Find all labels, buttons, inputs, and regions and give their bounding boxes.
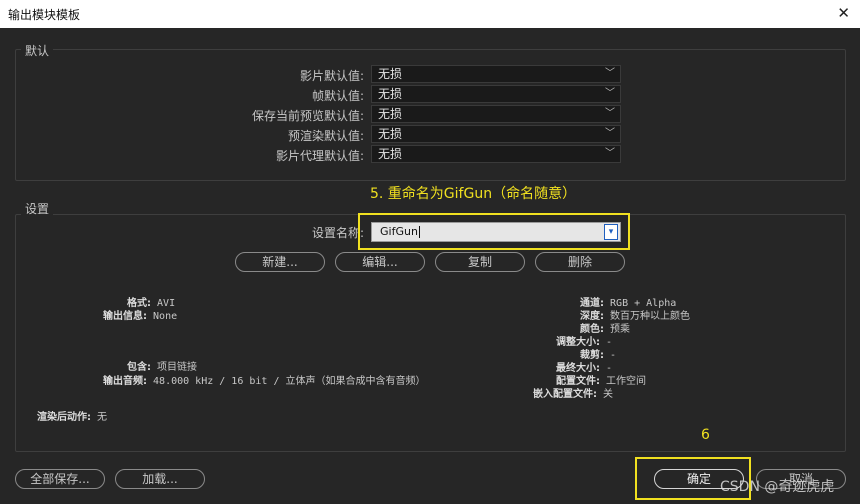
copy-button[interactable]: 复制 xyxy=(435,252,525,272)
new-button[interactable]: 新建... xyxy=(235,252,325,272)
output-audio-info: 输出音频: 48.000 kHz / 16 bit / 立体声（如果合成中含有音… xyxy=(103,372,425,387)
title-bar: 输出模块模板 ✕ xyxy=(0,0,860,28)
chevron-down-icon: ﹀ xyxy=(605,128,615,139)
frame-default-label: 帧默认值: xyxy=(311,89,364,103)
frame-default-select[interactable]: 无损 ﹀ xyxy=(371,85,621,103)
save-preview-default-value: 无损 xyxy=(378,107,403,121)
edit-button[interactable]: 编辑... xyxy=(335,252,425,272)
chevron-down-icon: ﹀ xyxy=(605,148,615,159)
movie-default-select[interactable]: 无损 ﹀ xyxy=(371,65,621,83)
output-info-value: None xyxy=(153,311,178,322)
settings-group-label: 设置 xyxy=(21,200,54,217)
output-info: 输出信息: None xyxy=(103,307,177,322)
embed-profile-key: 嵌入配置文件: xyxy=(533,389,597,400)
prerender-default-label: 预渲染默认值: xyxy=(287,129,364,143)
post-render-value: 无 xyxy=(97,412,108,423)
color-value: 预乘 xyxy=(610,324,631,335)
embed-profile-info: 嵌入配置文件: 关 xyxy=(533,385,613,400)
movie-default-label: 影片默认值: xyxy=(299,69,364,83)
chevron-down-icon: ﹀ xyxy=(605,88,615,99)
embed-profile-value: 关 xyxy=(603,389,614,400)
proxy-default-value: 无损 xyxy=(378,147,403,161)
output-audio-key: 输出音频: xyxy=(103,376,147,387)
defaults-group-label: 默认 xyxy=(21,42,54,59)
window-title: 输出模块模板 xyxy=(8,8,81,22)
name-field-highlight xyxy=(358,213,630,250)
movie-default-value: 无损 xyxy=(378,67,403,81)
step5-annotation: 5. 重命名为GifGun（命名随意） xyxy=(370,186,577,202)
save-preview-default-select[interactable]: 无损 ﹀ xyxy=(371,105,621,123)
step6-annotation: 6 xyxy=(701,427,710,443)
settings-name-label: 设置名称: xyxy=(311,226,364,240)
frame-default-value: 无损 xyxy=(378,87,403,101)
proxy-default-label: 影片代理默认值: xyxy=(275,149,364,163)
save-preview-default-label: 保存当前预览默认值: xyxy=(251,109,364,123)
output-info-key: 输出信息: xyxy=(103,311,147,322)
output-audio-value: 48.000 kHz / 16 bit / 立体声（如果合成中含有音频） xyxy=(153,376,426,387)
prerender-default-value: 无损 xyxy=(378,127,403,141)
save-all-button[interactable]: 全部保存... xyxy=(15,469,105,489)
include-info: 包含: 项目链接 xyxy=(127,358,197,373)
proxy-default-select[interactable]: 无损 ﹀ xyxy=(371,145,621,163)
chevron-down-icon: ﹀ xyxy=(605,68,615,79)
close-icon[interactable]: ✕ xyxy=(837,4,850,22)
chevron-down-icon: ﹀ xyxy=(605,108,615,119)
delete-button[interactable]: 删除 xyxy=(535,252,625,272)
watermark: CSDN @奇迹虎虎 xyxy=(720,479,835,495)
load-button[interactable]: 加载... xyxy=(115,469,205,489)
post-render-key: 渲染后动作: xyxy=(37,412,91,423)
prerender-default-select[interactable]: 无损 ﹀ xyxy=(371,125,621,143)
post-render-info: 渲染后动作: 无 xyxy=(37,408,107,423)
